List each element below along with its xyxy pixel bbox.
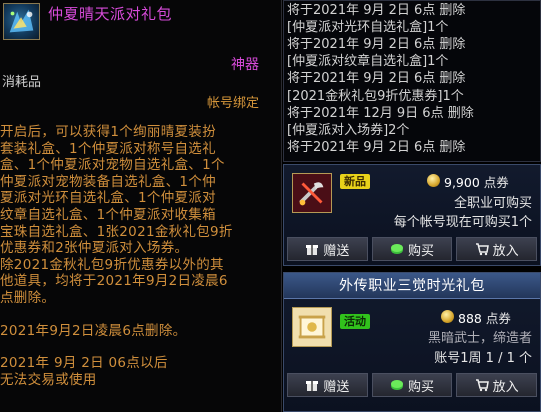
log-line: 将于2021年 9月 2日 6点 删除 [287,71,466,86]
gold-scroll-icon[interactable] [292,307,332,347]
item-tooltip: 仲夏晴天派对礼包 神器 消耗品 帐号绑定 开启后，可以获得1个绚丽晴夏装扮 套装… [0,0,282,412]
wrench-weapon-icon[interactable] [292,173,332,213]
cart-icon [475,242,489,256]
item-description: 开启后，可以获得1个绚丽晴夏装扮 套装礼盒、1个仲夏派对称号自选礼 盒、1个仲夏… [0,124,278,388]
log-line: [2021金秋礼包9折优惠券]1个 [287,89,464,104]
price-unit: 点券 [483,175,509,190]
trade-limit-note: 无法交易或使用 [0,371,97,388]
party-gift-icon [3,3,40,40]
shop-item-card[interactable]: 外传职业三觉时光礼包 活动 888 点券 黑暗武士，缔造者 账号1周 1 / 1… [283,272,541,412]
class-restriction: 黑暗武士，缔造者 [427,331,532,346]
shop-item-card[interactable]: 新品 9,900 点券 全职业可购买 每个帐号现在可购买1个 赠送 购买 放入 [283,164,541,266]
log-line: 将于2021年 9月 2日 6点 删除 [287,140,466,155]
gift-icon [305,242,319,256]
coin-icon [441,310,454,323]
desc-line: 夏派对光环自选礼盒、1个仲夏派对 [0,190,216,207]
cash-icon [390,378,404,392]
purchase-limit: 每个帐号现在可购买1个 [393,215,532,230]
item-title: 仲夏晴天派对礼包 [48,5,173,23]
log-line: 将于2021年 9月 2日 6点 删除 [287,3,466,18]
buy-button-label: 购买 [408,379,435,395]
desc-line: 优惠券和2张仲夏派对入场券。 [0,240,189,257]
gift-button[interactable]: 赠送 [287,237,368,261]
desc-line: 盒、1个仲夏派对宠物自选礼盒、1个 [0,157,225,174]
add-to-cart-label: 放入 [492,379,519,395]
event-badge: 活动 [340,314,370,329]
desc-line: 仲夏派对宠物装备自选礼盒、1个仲 [0,173,216,190]
log-line: [仲夏派对光环自选礼盒]1个 [287,20,449,35]
add-to-cart-button[interactable]: 放入 [456,237,538,261]
cart-icon [475,378,489,392]
add-to-cart-button[interactable]: 放入 [456,373,538,397]
gift-button-label: 赠送 [323,243,350,259]
class-restriction: 全职业可购买 [453,196,532,211]
desc-line: 点删除。 [0,289,56,306]
buy-button[interactable]: 购买 [371,237,453,261]
price-label: 888 点券 [458,308,511,327]
gift-button-label: 赠送 [323,379,350,395]
desc-line: 纹章自选礼盒、1个仲夏派对收集箱 [0,206,216,223]
item-bind-status: 帐号绑定 [206,96,259,111]
item-rarity: 神器 [231,57,259,73]
card-actions: 赠送 购买 放入 [287,373,538,397]
delete-date-note: 2021年9月2日凌晨6点删除。 [0,322,187,339]
log-line: 将于2021年 9月 2日 6点 删除 [287,37,466,52]
purchase-limit: 账号1周 1 / 1 个 [434,351,532,366]
price-label: 9,900 点券 [444,172,509,191]
desc-line: 开启后，可以获得1个绚丽晴夏装扮 [0,124,216,140]
log-line: 将于2021年 12月 9日 6点 删除 [287,106,474,121]
price-value: 888 [458,311,482,326]
desc-line: 套装礼盒、1个仲夏派对称号自选礼 [0,140,216,157]
gift-button[interactable]: 赠送 [287,373,368,397]
desc-line: 宝珠自选礼盒、1张2021金秋礼包9折 [0,223,233,240]
cash-icon [390,242,404,256]
coin-icon [427,174,440,187]
price-value: 9,900 [444,175,480,190]
acquisition-log[interactable]: 将于2021年 9月 2日 6点 删除 [仲夏派对光环自选礼盒]1个 将于202… [283,0,541,162]
item-type: 消耗品 [2,75,42,90]
add-to-cart-label: 放入 [492,243,519,259]
desc-line: 他道具，均将于2021年9月2日凌晨6 [0,273,228,290]
log-line: [仲夏派对入场券]2个 [287,123,410,138]
price-unit: 点券 [485,311,511,326]
card-title: 外传职业三觉时光礼包 [284,273,540,299]
buy-button[interactable]: 购买 [371,373,453,397]
trade-limit-date: 2021年 9月 2日 06点以后 [0,355,168,372]
card-actions: 赠送 购买 放入 [287,237,538,261]
new-badge: 新品 [340,174,370,189]
gift-icon [305,378,319,392]
desc-line: 除2021金秋礼包9折优惠券以外的其 [0,256,224,273]
buy-button-label: 购买 [408,243,435,259]
log-line: [仲夏派对纹章自选礼盒]1个 [287,54,449,69]
